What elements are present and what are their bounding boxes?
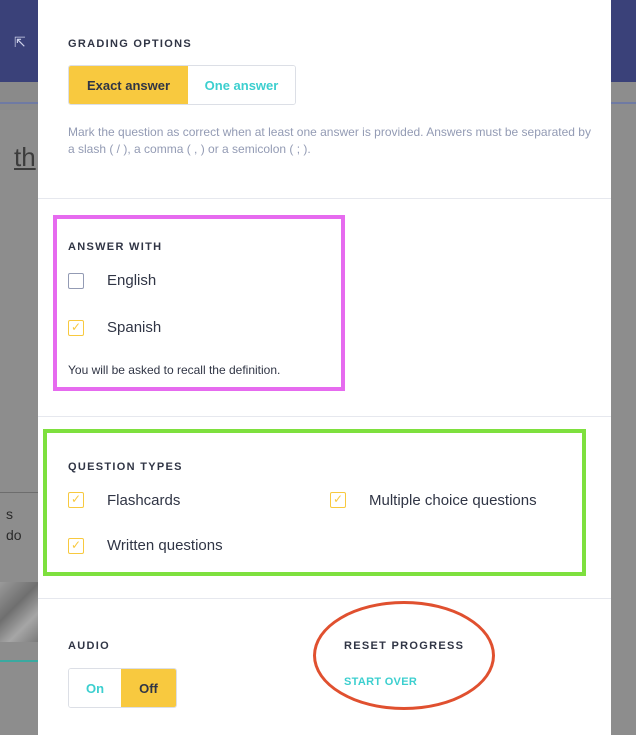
section-divider <box>38 198 611 199</box>
background-partial-text: th <box>14 142 36 172</box>
background-side-text: do <box>6 527 22 543</box>
external-link-icon: ⇱ <box>14 34 26 50</box>
answer-with-highlight-box <box>53 215 345 391</box>
grading-options-title: GRADING OPTIONS <box>68 38 193 50</box>
audio-title: AUDIO <box>68 640 110 652</box>
background-accent-line <box>0 660 38 662</box>
background-strip <box>0 82 38 110</box>
audio-toggle: On Off <box>68 668 177 708</box>
background-side-text: s <box>6 506 13 522</box>
background-header-right <box>611 0 636 82</box>
one-answer-option[interactable]: One answer <box>188 66 295 104</box>
background-image <box>0 582 38 642</box>
background-line <box>0 492 38 493</box>
background-divider <box>0 102 38 104</box>
section-divider <box>38 598 611 599</box>
background-header: ⇱ <box>0 0 38 82</box>
background-divider-right <box>611 102 636 104</box>
reset-progress-highlight-circle <box>313 601 495 710</box>
grading-help-text: Mark the question as correct when at lea… <box>68 125 591 156</box>
section-divider <box>38 416 611 417</box>
grading-toggle: Exact answer One answer <box>68 65 296 105</box>
audio-on-option[interactable]: On <box>69 669 121 707</box>
exact-answer-option[interactable]: Exact answer <box>69 66 188 104</box>
audio-off-option[interactable]: Off <box>121 669 176 707</box>
question-types-highlight-box <box>43 429 586 576</box>
